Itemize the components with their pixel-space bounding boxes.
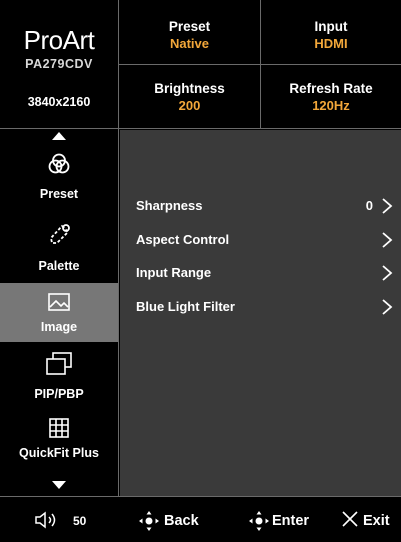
menu-item-aspect-control[interactable]: Aspect Control	[136, 230, 396, 250]
chevron-right-icon	[382, 265, 393, 281]
back-label: Back	[164, 513, 199, 529]
speaker-volume-icon[interactable]	[34, 511, 64, 529]
divider	[118, 129, 119, 497]
bottom-bar: 50 Back Enter Exit	[0, 497, 401, 542]
refresh-rate-status-value: 120Hz	[312, 98, 350, 113]
sidebar-item-label: Palette	[38, 259, 80, 273]
resolution-readout: 3840x2160	[27, 95, 91, 109]
image-icon	[0, 293, 118, 319]
sidebar-item-quickfit-plus[interactable]: QuickFit Plus	[0, 418, 118, 480]
preset-status: Preset Native	[119, 18, 260, 52]
scroll-up-arrow-icon[interactable]	[52, 132, 66, 140]
brightness-status-label: Brightness	[154, 81, 225, 96]
sidebar-item-image[interactable]: Image	[0, 283, 118, 342]
image-menu-panel: Sharpness 0 Aspect Control Input Range B…	[120, 130, 401, 496]
menu-item-blue-light-filter[interactable]: Blue Light Filter	[136, 297, 396, 317]
menu-item-label: Input Range	[136, 265, 212, 280]
sidebar-item-label: QuickFit Plus	[19, 446, 99, 460]
divider	[0, 128, 401, 129]
brightness-status-value: 200	[178, 98, 201, 113]
sidebar-item-preset[interactable]: Preset	[0, 152, 118, 214]
menu-item-label: Aspect Control	[136, 232, 230, 247]
status-header: ProArt PA279CDV 3840x2160 Preset Native …	[0, 0, 401, 128]
menu-item-value: 0	[365, 198, 373, 213]
preset-status-label: Preset	[168, 19, 211, 34]
pip-pbp-icon	[0, 352, 118, 378]
divider	[119, 64, 401, 65]
input-status: Input HDMI	[261, 18, 401, 52]
volume-value: 50	[73, 514, 87, 528]
exit-label: Exit	[363, 513, 390, 529]
menu-item-label: Blue Light Filter	[136, 299, 235, 314]
chevron-right-icon	[382, 198, 393, 214]
input-status-value: HDMI	[314, 36, 348, 51]
menu-item-sharpness[interactable]: Sharpness 0	[136, 196, 396, 216]
enter-label: Enter	[272, 513, 310, 529]
chevron-right-icon	[382, 232, 393, 248]
sidebar-item-label: PIP/PBP	[34, 387, 84, 401]
refresh-rate-status: Refresh Rate 120Hz	[261, 80, 401, 114]
preset-icon	[0, 152, 118, 178]
quickfit-icon	[0, 418, 118, 444]
close-icon	[342, 511, 358, 527]
sidebar-item-pip-pbp[interactable]: PIP/PBP	[0, 352, 118, 414]
menu-item-label: Sharpness	[136, 198, 203, 213]
proart-logo: ProArt	[23, 25, 95, 55]
sidebar-item-label: Image	[40, 320, 78, 334]
chevron-right-icon	[382, 299, 393, 315]
brand-block: ProArt PA279CDV 3840x2160	[0, 0, 118, 128]
joystick-icon	[139, 511, 159, 531]
preset-status-value: Native	[169, 36, 210, 51]
sidebar: Preset Palette Image PIP/PBP QuickFit Pl…	[0, 130, 118, 496]
refresh-rate-status-label: Refresh Rate	[289, 81, 373, 96]
input-status-label: Input	[314, 19, 348, 34]
model-name: PA279CDV	[25, 57, 93, 71]
menu-item-input-range[interactable]: Input Range	[136, 263, 396, 283]
joystick-icon	[249, 511, 269, 531]
sidebar-item-palette[interactable]: Palette	[0, 222, 118, 284]
scroll-down-arrow-icon[interactable]	[52, 481, 66, 489]
brightness-status: Brightness 200	[119, 80, 260, 114]
sidebar-item-label: Preset	[39, 187, 79, 201]
palette-icon	[0, 222, 118, 248]
